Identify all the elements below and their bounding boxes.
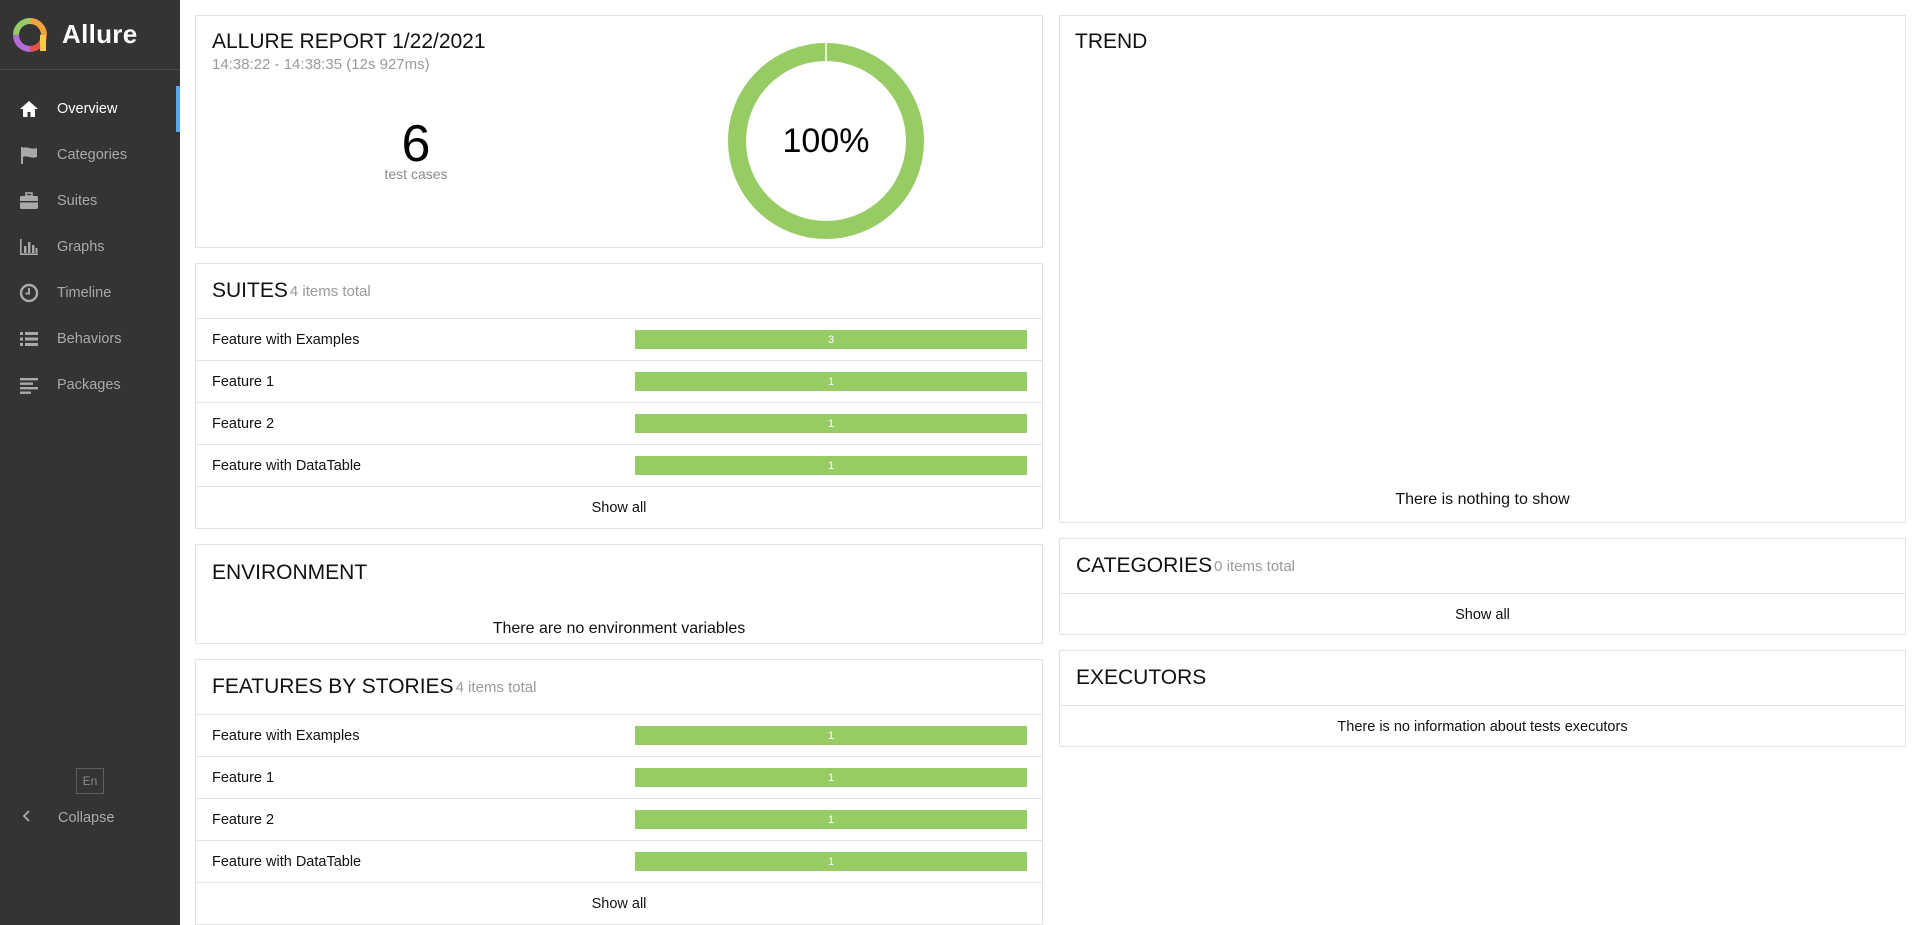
suite-row[interactable]: Feature with DataTable 1 — [196, 445, 1042, 487]
features-widget: FEATURES BY STORIES 4 items total Featur… — [195, 659, 1043, 925]
align-left-icon — [18, 374, 40, 396]
trend-empty-message: There is nothing to show — [1395, 491, 1570, 508]
feature-name: Feature with DataTable — [212, 853, 362, 870]
features-show-all-link[interactable]: Show all — [196, 883, 1042, 924]
suites-title: SUITES — [212, 279, 288, 302]
total-test-cases: 6 — [401, 115, 431, 173]
executors-header: EXECUTORS — [1060, 651, 1905, 706]
executors-empty-message: There is no information about tests exec… — [1337, 718, 1628, 735]
features-count: 4 items total — [455, 678, 537, 696]
report-time: 14:38:22 - 14:38:35 (12s 927ms) — [212, 56, 430, 73]
environment-header: ENVIRONMENT — [196, 545, 1042, 600]
suites-show-all-link[interactable]: Show all — [196, 487, 1042, 528]
suite-name: Feature 2 — [212, 415, 275, 432]
feature-row[interactable]: Feature with Examples 1 — [196, 715, 1042, 757]
categories-widget: CATEGORIES 0 items total Show all — [1059, 538, 1906, 635]
suite-passed-bar: 1 — [635, 456, 1027, 475]
sidebar-item-overview[interactable]: Overview — [0, 86, 180, 132]
sidebar: Allure Overview Categories Suites Graphs — [0, 0, 180, 925]
sidebar-nav: Overview Categories Suites Graphs Timeli… — [0, 86, 180, 408]
suite-passed-bar: 1 — [635, 414, 1027, 433]
environment-widget: ENVIRONMENT There are no environment var… — [195, 544, 1043, 644]
allure-logo-icon — [13, 17, 47, 52]
collapse-button[interactable]: Collapse — [0, 805, 180, 831]
sidebar-item-label: Packages — [57, 377, 121, 393]
sidebar-item-suites[interactable]: Suites — [0, 178, 180, 224]
feature-passed-bar: 1 — [635, 810, 1027, 829]
suite-passed-bar: 3 — [635, 330, 1027, 349]
chevron-left-icon — [20, 809, 34, 828]
pass-rate-label: 100% — [782, 121, 870, 160]
bar-chart-icon — [18, 236, 40, 258]
sidebar-item-label: Timeline — [57, 285, 112, 301]
categories-title: CATEGORIES — [1076, 554, 1213, 577]
report-title: ALLURE REPORT 1/22/2021 — [212, 30, 486, 53]
sidebar-item-categories[interactable]: Categories — [0, 132, 180, 178]
categories-show-all-link[interactable]: Show all — [1060, 594, 1905, 635]
suite-passed-bar: 1 — [635, 372, 1027, 391]
feature-row[interactable]: Feature 1 1 — [196, 757, 1042, 799]
executors-title: EXECUTORS — [1076, 666, 1207, 689]
suite-name: Feature 1 — [212, 373, 275, 390]
suite-name: Feature with DataTable — [212, 457, 362, 474]
categories-count: 0 items total — [1214, 557, 1296, 575]
sidebar-item-graphs[interactable]: Graphs — [0, 224, 180, 270]
sidebar-item-timeline[interactable]: Timeline — [0, 270, 180, 316]
feature-row[interactable]: Feature with DataTable 1 — [196, 841, 1042, 883]
suite-row[interactable]: Feature 2 1 — [196, 403, 1042, 445]
feature-passed-bar: 1 — [635, 852, 1027, 871]
executors-widget: EXECUTORS There is no information about … — [1059, 650, 1906, 747]
feature-passed-bar: 1 — [635, 726, 1027, 745]
suites-widget: SUITES 4 items total Feature with Exampl… — [195, 263, 1043, 529]
categories-header: CATEGORIES 0 items total — [1060, 539, 1905, 594]
sidebar-item-label: Categories — [57, 147, 128, 163]
suite-row[interactable]: Feature 1 1 — [196, 361, 1042, 403]
suite-name: Feature with Examples — [212, 331, 360, 348]
suites-header: SUITES 4 items total — [196, 264, 1042, 319]
features-header: FEATURES BY STORIES 4 items total — [196, 660, 1042, 715]
sidebar-item-label: Graphs — [57, 239, 105, 255]
trend-title: TREND — [1075, 30, 1148, 53]
feature-name: Feature 2 — [212, 811, 275, 828]
environment-title: ENVIRONMENT — [212, 560, 368, 584]
sidebar-item-packages[interactable]: Packages — [0, 362, 180, 408]
suite-row[interactable]: Feature with Examples 3 — [196, 319, 1042, 361]
total-label: test cases — [384, 166, 448, 182]
sidebar-item-behaviors[interactable]: Behaviors — [0, 316, 180, 362]
home-icon — [18, 98, 40, 120]
briefcase-icon — [18, 190, 40, 212]
clock-icon — [18, 282, 40, 304]
environment-empty-message: There are no environment variables — [492, 620, 746, 637]
sidebar-item-label: Suites — [57, 193, 98, 209]
feature-row[interactable]: Feature 2 1 — [196, 799, 1042, 841]
collapse-label: Collapse — [58, 810, 115, 826]
summary-widget: ALLURE REPORT 1/22/2021 14:38:22 - 14:38… — [195, 15, 1043, 248]
brand-name: Allure — [62, 19, 138, 49]
flag-icon — [18, 144, 40, 166]
language-switch[interactable]: En — [76, 768, 104, 794]
sidebar-item-label: Overview — [57, 101, 118, 117]
feature-passed-bar: 1 — [635, 768, 1027, 787]
brand[interactable]: Allure — [0, 0, 180, 70]
features-title: FEATURES BY STORIES — [212, 675, 454, 698]
sidebar-item-label: Behaviors — [57, 331, 122, 347]
suites-count: 4 items total — [289, 282, 371, 300]
trend-widget: TREND There is nothing to show — [1059, 15, 1906, 523]
feature-name: Feature 1 — [212, 769, 275, 786]
feature-name: Feature with Examples — [212, 727, 360, 744]
list-icon — [18, 328, 40, 350]
